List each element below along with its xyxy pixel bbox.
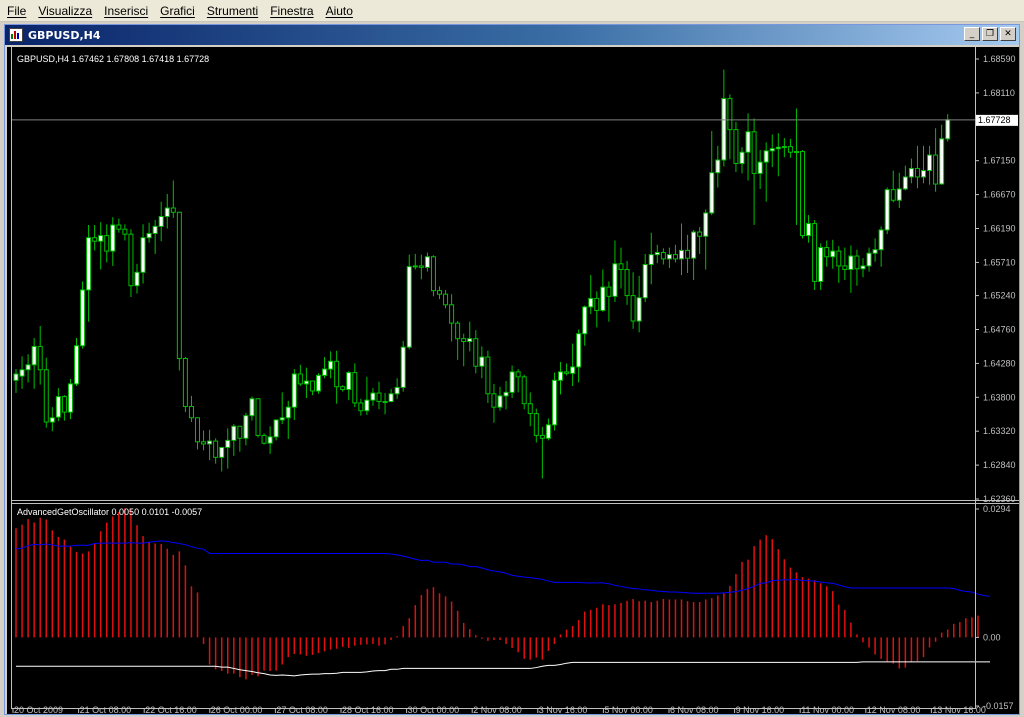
price-tick-label: 1.66190: [983, 224, 1016, 234]
time-tick-label: 9 Nov 16:00: [736, 705, 785, 714]
candle: [273, 419, 279, 441]
time-tick-label: 28 Oct 16:00: [342, 705, 394, 714]
price-tick-label: 1.62360: [983, 494, 1016, 504]
price-chart-header: GBPUSD,H4 1.67462 1.67808 1.67418 1.6772…: [17, 54, 209, 64]
price-tick-label: 1.64280: [983, 358, 1016, 368]
minimize-button[interactable]: _: [964, 27, 980, 41]
oscillator-tick-label: 0.0294: [983, 504, 1011, 514]
restore-button[interactable]: ❐: [982, 27, 998, 41]
candle: [261, 433, 267, 445]
oscillator-tick-label: -0.0157: [983, 701, 1014, 711]
menu-file[interactable]: File: [4, 4, 35, 18]
time-tick-label: 21 Oct 08:00: [80, 705, 132, 714]
candle: [551, 372, 557, 431]
menu-inserisci[interactable]: Inserisci: [101, 4, 157, 18]
close-button[interactable]: ✕: [1000, 27, 1016, 41]
candle: [430, 255, 436, 297]
candle: [812, 220, 818, 290]
time-tick-label: 30 Oct 00:00: [408, 705, 460, 714]
price-tick-label: 1.64760: [983, 324, 1016, 334]
price-tick-label: 1.65240: [983, 291, 1016, 301]
time-tick-label: 12 Nov 08:00: [867, 705, 921, 714]
candle: [255, 398, 261, 438]
candle: [176, 211, 182, 371]
menu-aiuto[interactable]: Aiuto: [323, 4, 362, 18]
time-tick-label: 11 Nov 00:00: [801, 705, 854, 714]
time-tick-label: 20 Oct 2009: [14, 705, 63, 714]
candle: [884, 187, 890, 235]
price-tick-label: 1.65710: [983, 257, 1016, 267]
candle: [316, 373, 321, 394]
time-tick-label: 22 Oct 16:00: [145, 705, 197, 714]
time-tick-label: 6 Nov 08:00: [670, 705, 719, 714]
candle: [521, 374, 527, 410]
window-title: GBPUSD,H4: [28, 28, 101, 42]
oscillator-tick-label: 0.00: [983, 632, 1001, 642]
chart-window: GBPUSD,H4 _ ❐ ✕ 1.68590 1.68110 1.67150 1.6…: [4, 24, 1020, 715]
menu-bar: File Visualizza Inserisci Grafici Strume…: [0, 0, 1024, 22]
menu-grafici[interactable]: Grafici: [157, 4, 204, 18]
time-tick-label: 5 Nov 00:00: [604, 705, 653, 714]
price-tick-label: 1.67150: [983, 156, 1016, 166]
price-tick-label: 1.66670: [983, 190, 1016, 200]
time-x-axis: 20 Oct 2009 21 Oct 08:00 22 Oct 16:00 26 Oc…: [12, 705, 986, 714]
candle: [400, 340, 406, 392]
time-tick-label: 26 Oct 00:00: [211, 705, 263, 714]
candle: [406, 254, 412, 350]
menu-finestra[interactable]: Finestra: [267, 4, 322, 18]
time-tick-label: 13 Nov 16:00: [932, 705, 986, 714]
candle: [182, 357, 188, 413]
current-price-label: 1.67728: [978, 115, 1011, 125]
price-tick-label: 1.63320: [983, 426, 1016, 436]
chart-canvas[interactable]: 1.68590 1.68110 1.67150 1.66670 1.66190 1.657…: [7, 47, 1019, 714]
candle: [80, 281, 86, 349]
candle: [800, 150, 805, 239]
menu-strumenti[interactable]: Strumenti: [204, 4, 267, 18]
chart-window-icon: [9, 28, 23, 42]
price-tick-label: 1.62840: [983, 460, 1016, 470]
time-tick-label: 3 Nov 16:00: [539, 705, 588, 714]
oscillator-header: AdvancedGetOscillator 0.0050 0.0101 -0.0…: [17, 507, 202, 517]
price-tick-label: 1.68110: [983, 88, 1015, 98]
price-tick-label: 1.63800: [983, 392, 1016, 402]
price-tick-label: 1.68590: [983, 54, 1016, 64]
chart-area[interactable]: 1.68590 1.68110 1.67150 1.66670 1.66190 1.657…: [7, 47, 1019, 714]
time-tick-label: 27 Oct 08:00: [276, 705, 328, 714]
time-tick-label: 2 Nov 08:00: [473, 705, 522, 714]
menu-visualizza[interactable]: Visualizza: [35, 4, 101, 18]
window-titlebar[interactable]: GBPUSD,H4 _ ❐ ✕: [5, 25, 1019, 45]
